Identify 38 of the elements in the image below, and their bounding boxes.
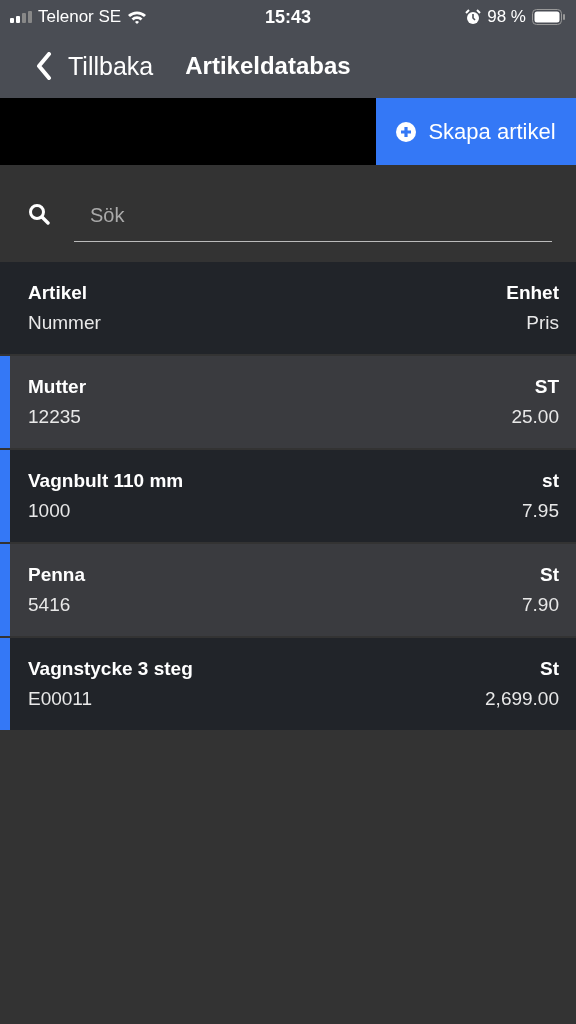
- unit-label: st: [542, 470, 559, 492]
- search-icon: [28, 202, 50, 225]
- column-heading: Artikel: [28, 282, 88, 304]
- signal-icon: [10, 11, 32, 23]
- back-button[interactable]: Tillbaka: [36, 51, 154, 81]
- article-name: Vagnstycke 3 steg: [28, 658, 193, 680]
- article-number: 12235: [28, 406, 81, 428]
- column-heading: Nummer: [28, 312, 101, 334]
- battery-icon: [532, 9, 566, 25]
- price-label: 7.95: [522, 500, 559, 522]
- article-number: 1000: [28, 500, 71, 522]
- price-label: 25.00: [511, 406, 559, 428]
- column-heading: Enhet: [506, 282, 559, 304]
- unit-label: St: [540, 564, 559, 586]
- create-article-button[interactable]: Skapa artikel: [376, 98, 576, 165]
- column-heading: Pris: [526, 312, 559, 334]
- article-row[interactable]: Vagnbult 110 mm 1000 st 7.95: [0, 450, 576, 542]
- article-name: Vagnbult 110 mm: [28, 470, 184, 492]
- article-number: E00011: [28, 688, 93, 710]
- article-number: 5416: [28, 594, 71, 616]
- article-row[interactable]: Vagnstycke 3 steg E00011 St 2,699.00: [0, 638, 576, 730]
- price-label: 2,699.00: [485, 688, 559, 710]
- unit-label: St: [540, 658, 559, 680]
- article-row[interactable]: Mutter 12235 ST 25.00: [0, 356, 576, 448]
- article-name: Penna: [28, 564, 86, 586]
- page-title: Artikeldatabas: [185, 52, 351, 80]
- alarm-icon: [465, 9, 482, 25]
- search-field[interactable]: Sök: [74, 193, 552, 242]
- carrier-name: Telenor SE: [38, 7, 122, 27]
- article-name: Mutter: [28, 376, 87, 398]
- unit-label: ST: [534, 376, 559, 398]
- plus-circle-icon: [396, 121, 417, 142]
- battery-percent: 98 %: [487, 7, 526, 27]
- article-row[interactable]: Penna 5416 St 7.90: [0, 544, 576, 636]
- wifi-icon: [127, 10, 148, 24]
- chevron-left-icon: [36, 52, 52, 80]
- price-label: 7.90: [522, 594, 559, 616]
- clock-time: 15:43: [264, 6, 311, 28]
